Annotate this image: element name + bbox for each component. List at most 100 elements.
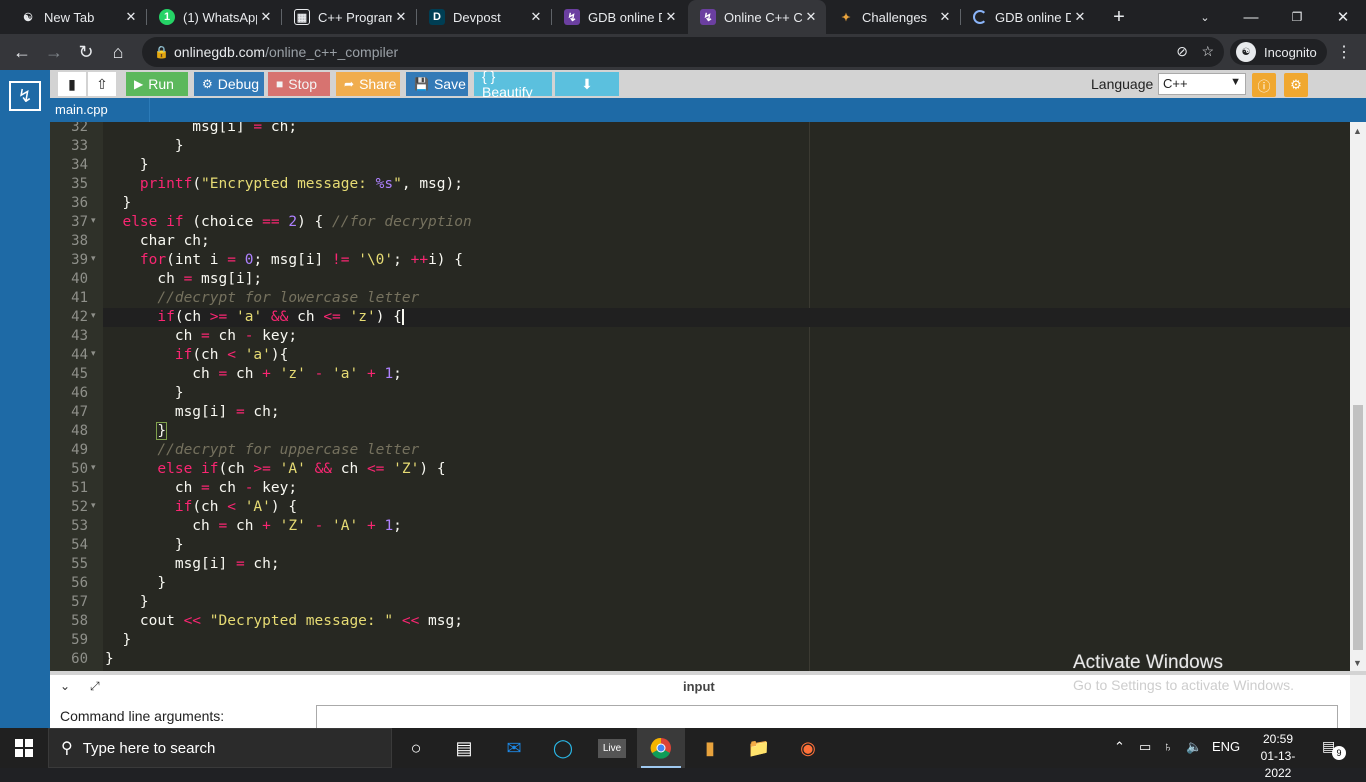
task-view-icon[interactable]: ▤ — [440, 728, 488, 768]
edge-icon[interactable]: ◯ — [539, 728, 587, 768]
beautify-button[interactable]: { } Beautify — [474, 68, 552, 100]
home-button[interactable]: ⌂ — [104, 38, 132, 66]
tab-new-tab[interactable]: ☯ New Tab ✕ — [8, 0, 146, 34]
windows-logo-icon — [15, 739, 33, 757]
clock[interactable]: 20:59 01-13-2022 — [1248, 731, 1308, 782]
code-line: if(ch >= 'a' && ch <= 'z') { — [157, 309, 404, 325]
menu-toggle-icon[interactable]: ↯ — [9, 81, 41, 111]
browser-tab-strip: ☯ New Tab ✕ 1 (1) WhatsApp ✕ ▦ C++ Progr… — [0, 0, 1366, 34]
fold-icon[interactable]: ▾ — [91, 462, 96, 473]
clock-date: 01-13-2022 — [1260, 749, 1296, 780]
tab-online-cpp[interactable]: ↯ Online C++ C ✕ — [688, 0, 826, 34]
back-button[interactable]: ← — [8, 38, 36, 66]
file-explorer-icon[interactable]: 📁 — [735, 728, 783, 768]
line-number: 57 — [71, 594, 88, 610]
settings-button[interactable]: ⚙ — [1284, 73, 1308, 97]
notifications-button[interactable]: ▤ 9 — [1322, 738, 1346, 760]
close-icon[interactable]: ✕ — [936, 9, 954, 25]
new-tab-button[interactable]: + — [1096, 0, 1142, 34]
cortana-icon[interactable]: ○ — [392, 728, 440, 768]
line-number: 40 — [71, 271, 88, 287]
close-icon[interactable]: ✕ — [662, 9, 680, 25]
fold-icon[interactable]: ▾ — [91, 215, 96, 226]
close-window-button[interactable]: ✕ — [1320, 0, 1366, 34]
line-number: 34 — [71, 157, 88, 173]
live-app-icon[interactable]: Live — [588, 728, 636, 768]
tab-cpp-program[interactable]: ▦ C++ Program ✕ — [282, 0, 416, 34]
chrome-icon[interactable] — [637, 728, 685, 768]
share-icon: ➦ — [344, 77, 355, 91]
stats-app-icon[interactable]: ▮ — [686, 728, 734, 768]
close-icon[interactable]: ✕ — [257, 9, 275, 25]
code-line: char ch; — [105, 233, 210, 249]
volume-icon[interactable]: 🔈 — [1186, 739, 1202, 755]
input-panel-scrollbar[interactable] — [1350, 675, 1366, 732]
file-tab-main[interactable]: main.cpp — [50, 98, 150, 122]
stop-button[interactable]: ■ Stop — [268, 72, 330, 96]
fold-icon[interactable]: ▾ — [91, 348, 96, 359]
code-line: } — [105, 594, 149, 610]
close-icon[interactable]: ✕ — [527, 9, 545, 25]
debug-icon: ⚙ — [202, 77, 213, 91]
gdb-icon: ↯ — [564, 9, 580, 25]
save-button[interactable]: 💾 Save — [406, 72, 468, 96]
tab-gdb-online-2[interactable]: GDB online D ✕ — [961, 0, 1095, 34]
download-button[interactable]: ⬇ — [555, 72, 619, 96]
scroll-thumb[interactable] — [1353, 405, 1363, 650]
forward-button[interactable]: → — [40, 38, 68, 66]
tab-whatsapp[interactable]: 1 (1) WhatsApp ✕ — [147, 0, 281, 34]
wifi-icon[interactable]: ♄ — [1163, 739, 1173, 754]
lock-icon[interactable]: 🔒 — [154, 45, 169, 59]
fold-icon[interactable]: ▾ — [91, 500, 96, 511]
close-icon[interactable]: ✕ — [1071, 9, 1089, 25]
scroll-down-icon[interactable]: ▼ — [1353, 658, 1362, 668]
reload-button[interactable]: ↻ — [72, 38, 100, 66]
incognito-label: Incognito — [1264, 44, 1317, 60]
close-icon[interactable]: ✕ — [802, 9, 820, 25]
info-button[interactable]: ⓘ — [1252, 73, 1276, 97]
code-editor[interactable]: 32 33 34 35 36 37 38 39 40 41 42 43 44 45 46 47 48 49 50 51… — [50, 122, 1350, 671]
mail-icon[interactable]: ✉ — [490, 728, 538, 768]
line-number: 43 — [71, 328, 88, 344]
incognito-badge[interactable]: ☯ Incognito — [1230, 39, 1327, 65]
code-line: msg[i] = ch; — [105, 404, 280, 420]
stop-label: Stop — [288, 76, 318, 92]
fold-icon[interactable]: ▾ — [91, 310, 96, 321]
fold-icon[interactable]: ▾ — [91, 253, 96, 264]
tab-gdb-online-1[interactable]: ↯ GDB online D ✕ — [552, 0, 686, 34]
tab-devpost[interactable]: D Devpost ✕ — [417, 0, 551, 34]
eye-off-icon[interactable]: ⊘ — [1176, 43, 1188, 60]
scroll-up-icon[interactable]: ▲ — [1353, 126, 1362, 136]
language-select[interactable]: C++ ▼ — [1158, 73, 1246, 95]
battery-icon[interactable]: ▭ — [1139, 739, 1151, 755]
tab-challenges[interactable]: ✦ Challenges ✕ — [826, 0, 960, 34]
share-button[interactable]: ➦ Share — [336, 72, 400, 96]
expand-icon[interactable]: ⤢ — [90, 679, 100, 694]
tab-search-button[interactable]: ⌄ — [1182, 0, 1228, 34]
start-button[interactable] — [0, 728, 48, 768]
firefox-icon[interactable]: ◉ — [784, 728, 832, 768]
address-bar[interactable]: 🔒 onlinegdb.com/online_c++_compiler ☆ ⊘ — [142, 37, 1224, 67]
new-file-icon[interactable]: ▮ — [58, 72, 86, 96]
show-hidden-icons-icon[interactable]: ⌃ — [1114, 739, 1125, 755]
code-line: } — [105, 632, 132, 648]
close-icon[interactable]: ✕ — [122, 9, 140, 25]
upload-icon[interactable]: ⇧ — [88, 72, 116, 96]
line-number: 32 — [71, 122, 88, 135]
code-line: if(ch < 'A') { — [174, 499, 298, 515]
search-placeholder: Type here to search — [82, 739, 216, 757]
editor-scrollbar[interactable]: ▲ ▼ — [1350, 122, 1366, 671]
code-line: else if (choice == 2) { //for decryption — [122, 214, 472, 230]
language-indicator[interactable]: ENG — [1212, 739, 1240, 754]
restore-button[interactable]: ❐ — [1274, 0, 1320, 34]
tab-title: (1) WhatsApp — [183, 9, 257, 25]
collapse-icon[interactable]: ⌄ — [60, 679, 70, 693]
minimize-button[interactable]: — — [1228, 0, 1274, 34]
taskbar-search[interactable]: ⚲ Type here to search — [48, 728, 392, 768]
browser-menu-icon[interactable]: ⋮ — [1336, 42, 1352, 62]
run-button[interactable]: ▶ Run — [126, 72, 188, 96]
code-line: } — [105, 195, 132, 211]
bookmark-star-icon[interactable]: ☆ — [1201, 43, 1214, 60]
debug-button[interactable]: ⚙ Debug — [194, 72, 264, 96]
close-icon[interactable]: ✕ — [392, 9, 410, 25]
